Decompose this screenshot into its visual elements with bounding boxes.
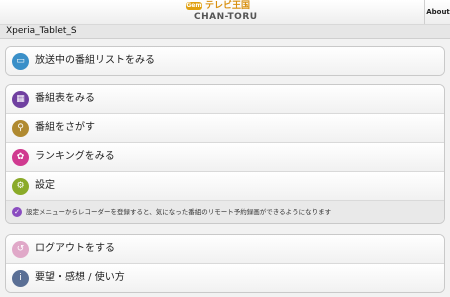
settings-note: ✓ 設定メニューからレコーダーを登録すると、気になった番組のリモート予約録画がで… bbox=[6, 200, 444, 223]
logo-en-text: CHAN-TORU bbox=[194, 12, 258, 22]
app-logo: Gem テレビ王国 CHAN-TORU bbox=[186, 1, 266, 23]
logout-icon: ↺ bbox=[12, 241, 29, 258]
medal-icon: ✿ bbox=[12, 149, 29, 166]
about-button[interactable]: About bbox=[424, 0, 450, 24]
menu-item-label: 放送中の番組リストをみる bbox=[35, 55, 155, 66]
grid-icon: ▦ bbox=[12, 91, 29, 108]
menu-item-ranking[interactable]: ✿ ランキングをみる bbox=[6, 142, 444, 171]
menu-item-label: 要望・感想 / 使い方 bbox=[35, 272, 125, 283]
logo-jp-text: テレビ王国 bbox=[205, 1, 251, 11]
search-icon: ⚲ bbox=[12, 120, 29, 137]
menu-item-program-guide[interactable]: ▦ 番組表をみる bbox=[6, 85, 444, 113]
menu-item-label: 番組をさがす bbox=[35, 122, 95, 133]
menu-item-feedback-help[interactable]: i 要望・感想 / 使い方 bbox=[6, 263, 444, 292]
menu-group-main: ▦ 番組表をみる ⚲ 番組をさがす ✿ ランキングをみる ⚙ 設定 ✓ 設定メニ… bbox=[5, 84, 445, 224]
gear-icon: ⚙ bbox=[12, 178, 29, 195]
menu-item-label: ランキングをみる bbox=[35, 151, 115, 162]
device-bar: Xperia_Tablet_S bbox=[0, 25, 450, 39]
logo-mark: Gem bbox=[186, 2, 202, 10]
menu-item-label: 番組表をみる bbox=[35, 93, 95, 104]
device-name: Xperia_Tablet_S bbox=[6, 26, 77, 36]
settings-note-text: 設定メニューからレコーダーを登録すると、気になった番組のリモート予約録画ができる… bbox=[26, 208, 332, 216]
menu-item-label: 設定 bbox=[35, 180, 55, 191]
app-header: Gem テレビ王国 CHAN-TORU About bbox=[0, 0, 450, 25]
menu-item-logout[interactable]: ↺ ログアウトをする bbox=[6, 235, 444, 263]
menu-item-search-programs[interactable]: ⚲ 番組をさがす bbox=[6, 113, 444, 142]
menu-group-now-on-air: ▭ 放送中の番組リストをみる bbox=[5, 46, 445, 76]
tv-icon: ▭ bbox=[12, 53, 29, 70]
check-icon: ✓ bbox=[12, 207, 22, 217]
menu-item-now-on-air[interactable]: ▭ 放送中の番組リストをみる bbox=[6, 47, 444, 75]
menu-item-settings[interactable]: ⚙ 設定 bbox=[6, 171, 444, 200]
menu-group-account: ↺ ログアウトをする i 要望・感想 / 使い方 bbox=[5, 234, 445, 293]
info-icon: i bbox=[12, 270, 29, 287]
menu-item-label: ログアウトをする bbox=[35, 243, 115, 254]
